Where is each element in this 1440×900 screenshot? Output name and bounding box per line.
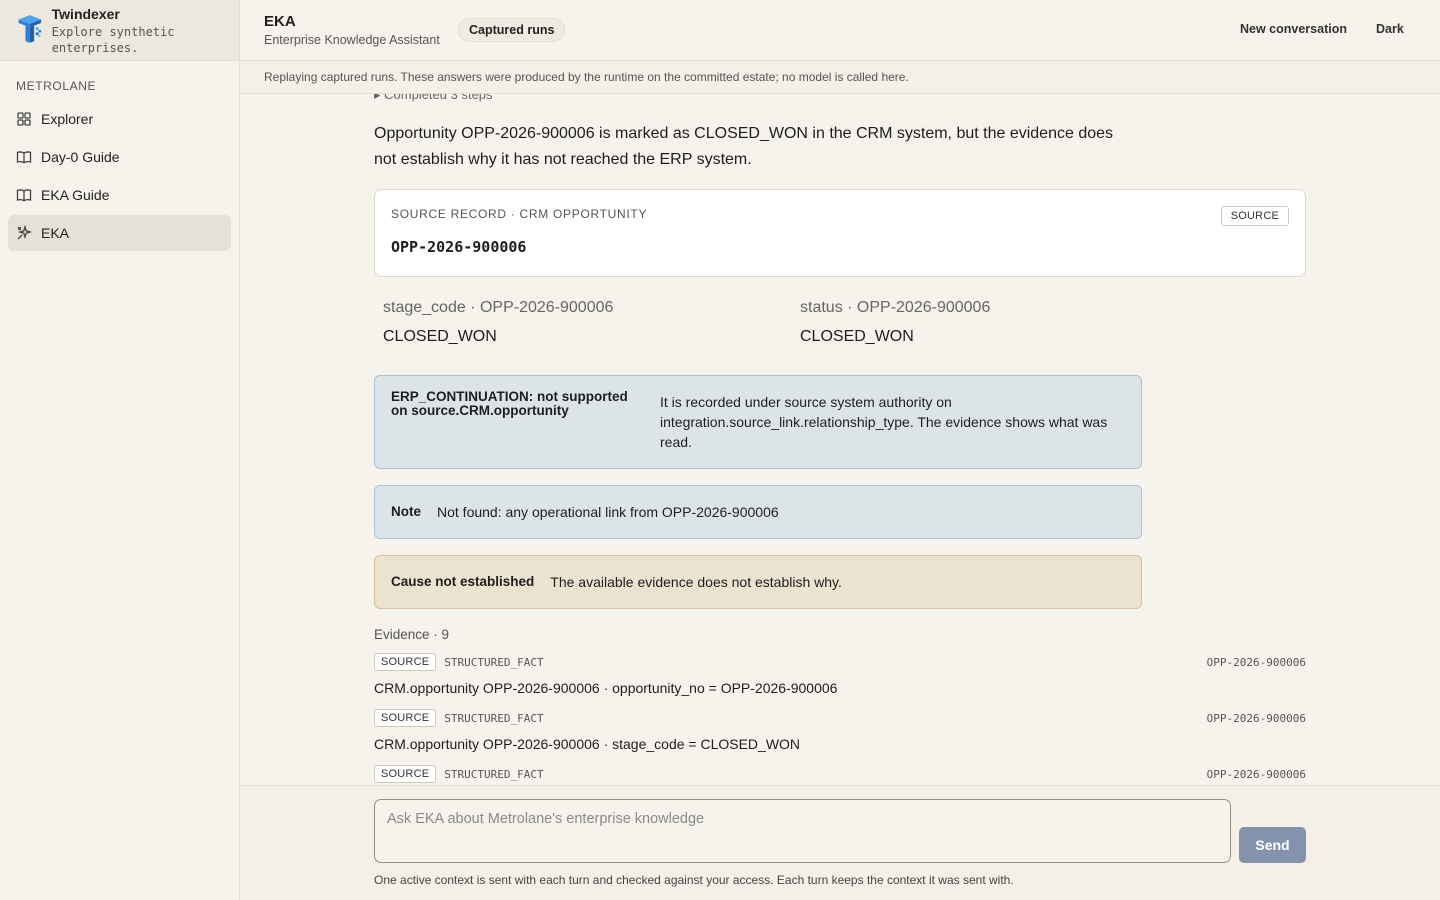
sidebar-item-label: EKA Guide	[41, 187, 110, 203]
book-icon	[16, 189, 32, 202]
callout-key: Note	[391, 504, 421, 519]
captured-runs-badge: Captured runs	[458, 18, 566, 42]
evidence-source-tag: SOURCE	[374, 765, 437, 783]
callout-key: ERP_CONTINUATION: not supported on sourc…	[391, 389, 628, 418]
new-conversation-button[interactable]: New conversation	[1240, 22, 1347, 36]
source-tag: SOURCE	[1220, 206, 1289, 226]
answer-text: Opportunity OPP-2026-900006 is marked as…	[374, 125, 1114, 168]
field-label: stage_code · OPP-2026-900006	[383, 299, 614, 316]
conversation-area[interactable]: ▸ Completed 3 steps Opportunity OPP-2026…	[240, 94, 1440, 785]
cause-callout: Cause not established The available evid…	[374, 555, 1142, 609]
field-stage-code: stage_code · OPP-2026-900006 CLOSED_WON	[383, 299, 613, 346]
theme-toggle-button[interactable]: Dark	[1376, 22, 1404, 36]
evidence-text: CRM.opportunity OPP-2026-900006 · stage_…	[374, 736, 801, 752]
evidence-item[interactable]: SOURCE STRUCTURED_FACT OPP-2026-900006 C…	[374, 709, 1306, 752]
callout-text: Not found: any operational link from OPP…	[437, 504, 779, 520]
source-record-id: OPP-2026-900006	[391, 238, 527, 256]
message-input[interactable]: Ask EKA about Metrolane's enterprise kno…	[374, 799, 1231, 863]
evidence-text: CRM.opportunity OPP-2026-900006 · opport…	[374, 680, 838, 696]
evidence-ref: OPP-2026-900006	[1206, 711, 1306, 725]
sidebar-item-label: Day-0 Guide	[41, 149, 120, 165]
sidebar-item-day-0-guide[interactable]: Day-0 Guide	[8, 139, 231, 175]
twindexer-logo-icon	[18, 15, 42, 43]
replay-banner: Replaying captured runs. These answers w…	[240, 61, 1440, 94]
callout-text: It is recorded under source system autho…	[660, 394, 1108, 450]
sidebar-item-eka[interactable]: EKA	[8, 215, 231, 251]
note-callout: Note Not found: any operational link fro…	[374, 485, 1142, 539]
callout-key: Cause not established	[391, 574, 535, 589]
callout-text: The available evidence does not establis…	[550, 574, 842, 590]
composer: Ask EKA about Metrolane's enterprise kno…	[240, 785, 1440, 900]
evidence-type: STRUCTURED_FACT	[444, 711, 544, 725]
evidence-item[interactable]: SOURCE STRUCTURED_FACT OPP-2026-900006 C…	[374, 653, 1306, 696]
sidebar-item-label: Explorer	[41, 111, 94, 127]
evidence-heading: Evidence · 9	[374, 627, 450, 642]
brand[interactable]: Twindexer Explore synthetic enterprises.	[0, 0, 239, 61]
sidebar-item-explorer[interactable]: Explorer	[8, 101, 231, 137]
erp-continuation-callout: ERP_CONTINUATION: not supported on sourc…	[374, 375, 1142, 469]
steps-toggle[interactable]: ▸ Completed 3 steps	[374, 94, 493, 103]
org-label: METROLANE	[16, 79, 97, 93]
source-record-card: SOURCE RECORD · CRM OPPORTUNITY OPP-2026…	[374, 189, 1306, 277]
page-subtitle: Enterprise Knowledge Assistant	[264, 33, 440, 47]
sidebar-item-label: EKA	[41, 225, 70, 241]
field-status: status · OPP-2026-900006 CLOSED_WON	[800, 299, 990, 346]
book-icon	[16, 151, 32, 164]
brand-tagline: Explore synthetic enterprises.	[51, 25, 175, 55]
evidence-source-tag: SOURCE	[374, 709, 437, 727]
header: EKA Enterprise Knowledge Assistant Captu…	[240, 0, 1440, 61]
source-record-kicker: SOURCE RECORD · CRM OPPORTUNITY	[391, 207, 648, 221]
page-title: EKA	[264, 13, 296, 30]
brand-name: Twindexer	[51, 6, 120, 22]
sidebar-item-eka-guide[interactable]: EKA Guide	[8, 177, 231, 213]
composer-footnote: One active context is sent with each tur…	[374, 873, 1014, 887]
field-value: CLOSED_WON	[800, 328, 914, 345]
grid-icon	[17, 112, 31, 126]
evidence-type: STRUCTURED_FACT	[444, 767, 544, 781]
evidence-ref: OPP-2026-900006	[1206, 767, 1306, 781]
field-label: status · OPP-2026-900006	[800, 299, 991, 316]
sparkle-icon	[17, 225, 32, 240]
field-value: CLOSED_WON	[383, 328, 497, 345]
send-button[interactable]: Send	[1239, 827, 1306, 863]
evidence-source-tag: SOURCE	[374, 653, 437, 671]
evidence-item[interactable]: SOURCE STRUCTURED_FACT OPP-2026-900006	[374, 765, 1306, 783]
sidebar: Twindexer Explore synthetic enterprises.…	[0, 0, 240, 900]
evidence-ref: OPP-2026-900006	[1206, 655, 1306, 669]
evidence-type: STRUCTURED_FACT	[444, 655, 544, 669]
